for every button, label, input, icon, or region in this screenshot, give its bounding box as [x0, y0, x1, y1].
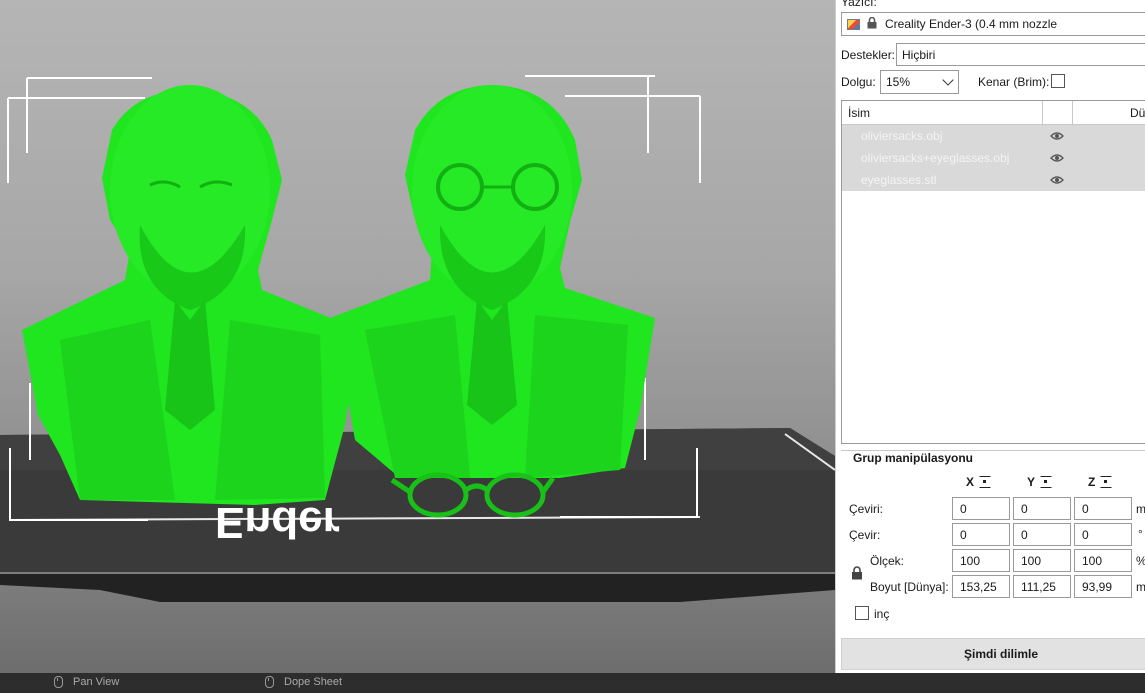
bed-logo: Ender — [215, 498, 340, 547]
supports-value: Hiçbiri — [902, 47, 936, 62]
inch-label: inç — [874, 607, 890, 621]
settings-panel: Yazıcı: Creality Ender-3 (0.4 mm nozzle … — [835, 0, 1145, 673]
object-name: oliviersacks.obj — [861, 129, 943, 143]
translate-unit: m — [1136, 502, 1145, 516]
object-name: oliviersacks+eyeglasses.obj — [861, 151, 1010, 165]
bust-model-left[interactable] — [22, 85, 360, 505]
scene: Ender — [0, 75, 835, 602]
brim-checkbox[interactable] — [1051, 74, 1065, 88]
supports-label: Destekler: — [841, 48, 896, 62]
axis-header-x: X — [966, 475, 992, 489]
bust-model-right[interactable] — [330, 85, 655, 478]
infill-dropdown[interactable]: 15% — [880, 70, 959, 94]
axis-header-z: Z — [1088, 475, 1113, 489]
table-row[interactable]: oliviersacks+eyeglasses.obj — [842, 147, 1145, 169]
axis-y-icon — [1040, 476, 1053, 488]
table-header: İsim Düz — [842, 101, 1145, 125]
printer-icon — [847, 18, 860, 30]
axis-header-y: Y — [1027, 475, 1053, 489]
printer-label: Yazıcı: — [841, 0, 877, 9]
mouse-icon — [54, 676, 63, 688]
eye-icon[interactable] — [1050, 130, 1064, 144]
3d-viewport[interactable]: Ender — [0, 0, 835, 673]
lock-icon — [867, 16, 877, 32]
scale-unit: % — [1136, 554, 1145, 568]
scale-x-input[interactable]: 100 — [952, 549, 1010, 572]
eye-icon[interactable] — [1050, 152, 1064, 166]
translate-x-input[interactable]: 0 — [952, 497, 1010, 520]
column-header-flat[interactable]: Düz — [1130, 106, 1145, 120]
translate-label: Çeviri: — [849, 502, 884, 516]
axis-x-icon — [979, 476, 992, 488]
taskbar-item-pan-view[interactable]: Pan View — [54, 676, 119, 688]
printer-selector[interactable]: Creality Ender-3 (0.4 mm nozzle — [841, 12, 1145, 36]
column-header-name[interactable]: İsim — [848, 106, 870, 120]
inch-checkbox[interactable] — [855, 606, 869, 620]
table-row[interactable]: eyeglasses.stl — [842, 169, 1145, 191]
rotate-z-input[interactable]: 0 — [1074, 523, 1132, 546]
object-name: eyeglasses.stl — [861, 173, 937, 187]
group-title: Grup manipülasyonu — [853, 451, 974, 465]
infill-value: 15% — [886, 75, 911, 89]
size-z-input[interactable]: 93,99 — [1074, 575, 1132, 598]
printer-name: Creality Ender-3 (0.4 mm nozzle — [885, 17, 1058, 31]
slice-now-button[interactable]: Şimdi dilimle — [841, 638, 1145, 670]
size-unit: m — [1136, 580, 1145, 594]
rotate-x-input[interactable]: 0 — [952, 523, 1010, 546]
rotate-y-input[interactable]: 0 — [1013, 523, 1071, 546]
scale-y-input[interactable]: 100 — [1013, 549, 1071, 572]
supports-dropdown[interactable]: Hiçbiri — [896, 43, 1145, 66]
group-manipulation: Grup manipülasyonu X Y Z Çeviri: 0 0 0 m… — [841, 450, 1145, 631]
size-y-input[interactable]: 111,25 — [1013, 575, 1071, 598]
eye-icon[interactable] — [1050, 174, 1064, 188]
size-label: Boyut [Dünya]: — [870, 580, 949, 594]
translate-y-input[interactable]: 0 — [1013, 497, 1071, 520]
chevron-down-icon — [942, 74, 954, 86]
scale-z-input[interactable]: 100 — [1074, 549, 1132, 572]
size-x-input[interactable]: 153,25 — [952, 575, 1010, 598]
bottom-taskbar: Pan View Dope Sheet — [0, 673, 1145, 693]
rotate-unit: ° — [1138, 527, 1143, 541]
table-row[interactable]: oliviersacks.obj — [842, 125, 1145, 147]
infill-label: Dolgu: — [841, 75, 876, 89]
taskbar-item-dope-sheet[interactable]: Dope Sheet — [265, 676, 342, 688]
scale-label: Ölçek: — [870, 554, 905, 568]
translate-z-input[interactable]: 0 — [1074, 497, 1132, 520]
mouse-icon — [265, 676, 274, 688]
rotate-label: Çevir: — [849, 528, 881, 542]
brim-label: Kenar (Brim): — [978, 75, 1050, 89]
scale-lock-icon[interactable] — [851, 566, 863, 583]
objects-table: İsim Düz oliviersacks.obj oliviersacks+e… — [841, 100, 1145, 444]
axis-z-icon — [1100, 476, 1113, 488]
